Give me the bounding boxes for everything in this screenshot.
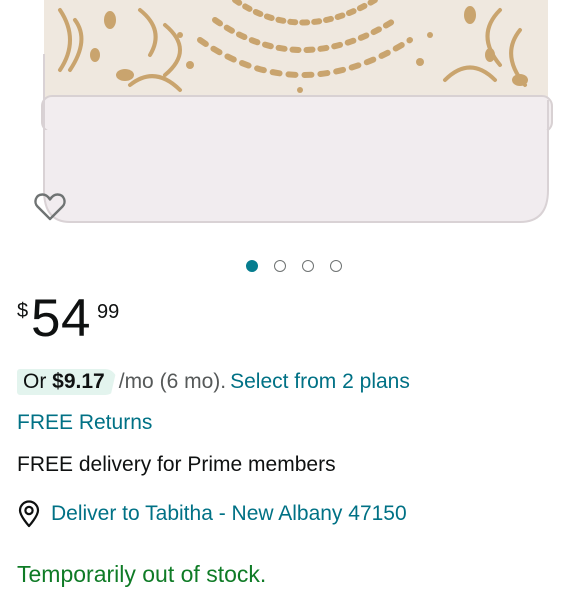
delivery-info: FREE delivery for Prime members (17, 453, 336, 476)
select-plans-link[interactable]: Select from 2 plans (230, 370, 410, 393)
availability-status: Temporarily out of stock. (17, 561, 267, 587)
monthly-term: /mo (6 mo). (118, 370, 227, 393)
location-pin-icon (17, 500, 41, 528)
price-whole: 54 (31, 289, 91, 348)
free-returns-link[interactable]: FREE Returns (17, 409, 152, 437)
carousel-dot[interactable] (301, 260, 314, 272)
deliver-to-label: Deliver to Tabitha - New Albany 47150 (51, 502, 407, 525)
price-symbol: $ (17, 300, 29, 322)
image-carousel-indicators (0, 258, 580, 274)
heart-outline-icon (34, 193, 66, 221)
product-image[interactable] (0, 0, 580, 240)
carousel-dot[interactable] (273, 260, 286, 272)
monthly-payment: Or $9.17/mo (6 mo). Select from 2 plans (17, 368, 410, 396)
monthly-prefix: Or (23, 370, 53, 393)
carousel-dot[interactable] (245, 260, 258, 272)
monthly-amount: $9.17 (52, 370, 105, 393)
price-fraction: 99 (97, 301, 120, 323)
monthly-payment-pill: Or $9.17 (17, 369, 117, 395)
carousel-dot[interactable] (329, 260, 342, 272)
wishlist-button[interactable] (31, 188, 69, 224)
deliver-to-link[interactable]: Deliver to Tabitha - New Albany 47150 (17, 499, 407, 529)
tissue-box-illustration (41, 0, 553, 223)
